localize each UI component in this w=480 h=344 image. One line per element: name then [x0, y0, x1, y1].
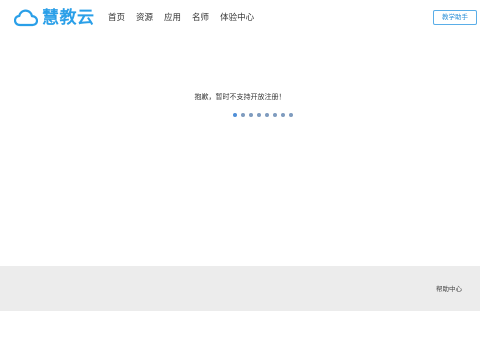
main-nav: 首页 资源 应用 名师 体验中心	[108, 11, 265, 25]
loading-dot	[241, 113, 245, 117]
nav-item-experience[interactable]: 体验中心	[220, 11, 254, 25]
loading-dot	[249, 113, 253, 117]
nav-item-home[interactable]: 首页	[108, 11, 125, 25]
help-center-link[interactable]: 帮助中心	[436, 285, 462, 294]
footer: 帮助中心	[0, 266, 480, 311]
logo[interactable]: 慧教云	[14, 7, 95, 29]
loading-dot	[233, 113, 237, 117]
header: 慧教云 首页 资源 应用 名师 体验中心 教学助手	[0, 0, 480, 36]
loading-dot	[257, 113, 261, 117]
nav-item-resources[interactable]: 资源	[136, 11, 153, 25]
loading-dot	[281, 113, 285, 117]
nav-item-teachers[interactable]: 名师	[192, 11, 209, 25]
loading-indicator	[233, 113, 293, 117]
teaching-assistant-button[interactable]: 教学助手	[433, 10, 477, 25]
loading-dot	[265, 113, 269, 117]
registration-message: 抱歉，暂时不支持开放注册！	[194, 93, 286, 101]
logo-text: 慧教云	[42, 8, 95, 28]
loading-dot	[273, 113, 277, 117]
cloud-logo-icon	[14, 9, 38, 27]
page: 慧教云 首页 资源 应用 名师 体验中心 教学助手 抱歉，暂时不支持开放注册！ …	[0, 0, 480, 344]
loading-dot	[289, 113, 293, 117]
nav-item-apps[interactable]: 应用	[164, 11, 181, 25]
